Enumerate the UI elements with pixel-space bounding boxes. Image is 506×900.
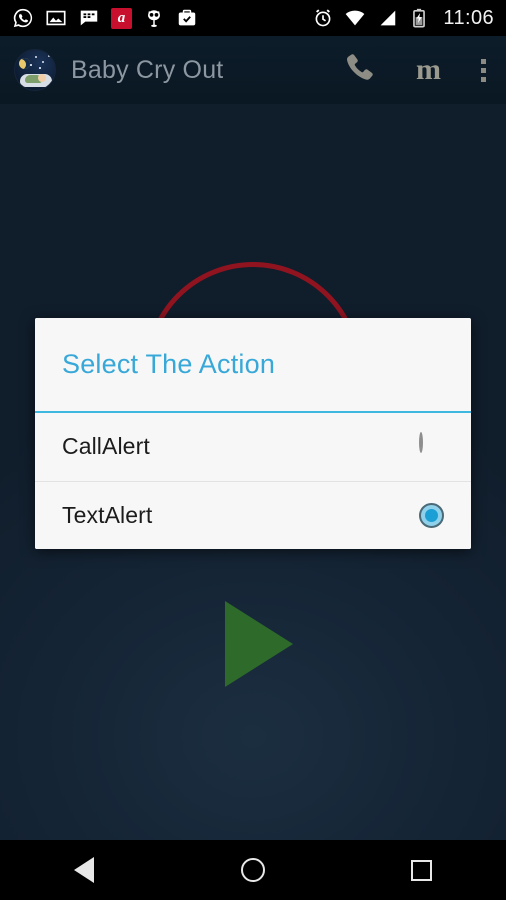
star-shape — [30, 64, 32, 66]
star-shape — [39, 67, 41, 69]
status-bar-system-icons: 11:06 — [312, 7, 494, 30]
status-bar-clock: 11:06 — [443, 6, 494, 29]
overflow-dot — [481, 67, 486, 73]
m-action-icon[interactable]: m — [416, 55, 441, 85]
overflow-dot — [481, 58, 486, 64]
nav-home-button[interactable] — [216, 840, 290, 900]
tasks-briefcase-icon — [176, 7, 198, 29]
page-title: Baby Cry Out — [71, 55, 224, 84]
overflow-dot — [481, 76, 486, 82]
dialog-title: Select The Action — [62, 349, 276, 379]
radio-selected-icon — [419, 502, 444, 528]
baby-head-shape — [38, 74, 46, 82]
home-circle-icon — [240, 858, 265, 882]
battery-charging-icon — [408, 7, 430, 29]
radio-callalert[interactable] — [419, 432, 444, 459]
select-action-dialog: Select The Action CallAlert TextAlert — [35, 318, 471, 549]
option-textalert[interactable]: TextAlert — [35, 480, 471, 549]
recents-square-icon — [411, 859, 433, 881]
star-shape — [48, 55, 50, 57]
alarm-icon — [312, 7, 334, 29]
option-label: CallAlert — [62, 433, 150, 460]
moon-shape — [19, 58, 30, 69]
phone-icon[interactable] — [342, 51, 376, 90]
status-bar: a 11:06 — [0, 0, 506, 36]
option-label: TextAlert — [62, 501, 153, 528]
whatsapp-icon — [12, 7, 34, 29]
avira-icon: a — [111, 7, 132, 29]
star-shape — [35, 56, 37, 58]
play-button[interactable] — [225, 601, 293, 687]
dialog-header: Select The Action — [35, 318, 471, 413]
bbm-chat-icon — [78, 7, 100, 29]
back-triangle-icon — [74, 857, 95, 883]
nav-recents-button[interactable] — [385, 840, 459, 900]
cellular-signal-icon — [376, 7, 398, 29]
owl-app-icon — [143, 7, 165, 29]
more-options-icon[interactable] — [481, 58, 486, 82]
wifi-icon — [344, 7, 366, 29]
radio-textalert[interactable] — [419, 502, 444, 528]
gallery-icon — [45, 7, 67, 29]
app-bar: Baby Cry Out m — [0, 36, 506, 104]
option-callalert[interactable]: CallAlert — [35, 413, 471, 481]
status-bar-notification-icons: a — [12, 7, 198, 29]
star-shape — [42, 61, 44, 63]
baby-cry-out-logo — [14, 49, 56, 91]
navigation-bar — [0, 840, 506, 900]
android-screen: a 11:06 Baby Cry Out m Select The Action… — [0, 0, 506, 900]
nav-back-button[interactable] — [47, 840, 121, 900]
app-bar-actions: m — [342, 51, 492, 90]
radio-unselected-icon — [419, 432, 423, 454]
